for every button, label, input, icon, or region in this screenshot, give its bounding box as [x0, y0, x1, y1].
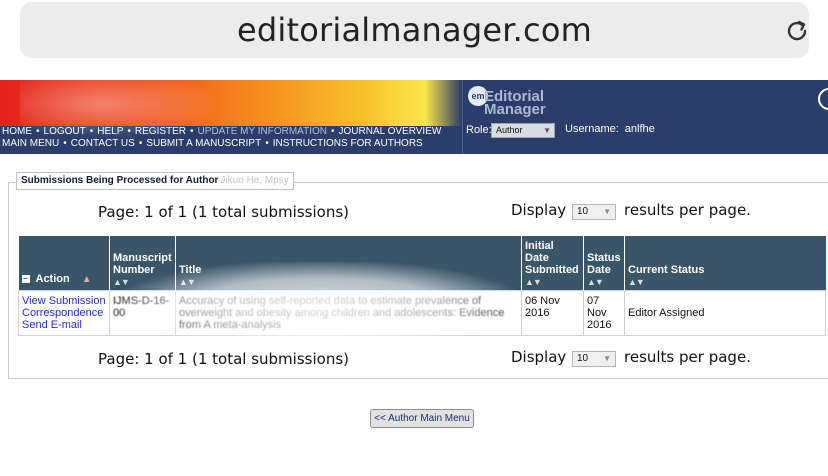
per-page-value-bottom: 10 [577, 353, 589, 364]
panel-legend-title: Submissions Being Processed for Author [21, 175, 219, 186]
nav-update-info-link[interactable]: UPDATE MY INFORMATION [198, 126, 327, 137]
reload-icon[interactable] [782, 16, 812, 46]
url-text[interactable]: editorialmanager.com [20, 2, 809, 58]
col-current-status-label: Current Status [628, 263, 705, 276]
author-name: Jikuo He, Mpsy [220, 175, 289, 186]
logo-line-2: Manager [484, 101, 546, 118]
nav-submit-link[interactable]: SUBMIT A MANUSCRIPT [146, 138, 261, 149]
address-bar[interactable]: editorialmanager.com [20, 2, 809, 58]
nav-home-link[interactable]: HOME [2, 126, 32, 137]
chevron-down-icon: ▼ [603, 207, 611, 216]
col-status-date-label: Status Date [587, 251, 621, 276]
display-suffix-bottom: results per page. [624, 348, 751, 366]
col-action[interactable]: − Action ▲ [18, 236, 110, 290]
cell-actions: View Submission Correspondence Send E-ma… [18, 289, 110, 336]
per-page-select-bottom[interactable]: 10 ▼ [572, 351, 616, 367]
role-select[interactable]: Author ▼ [491, 123, 555, 138]
role-select-value: Author [496, 125, 523, 135]
site-header: HOME • LOGOUT • HELP • REGISTER • UPDATE MY INFO… [0, 80, 828, 154]
col-manuscript-number[interactable]: Manuscript Number ▲▼ [109, 236, 176, 290]
page-info-top: Page: 1 of 1 (1 total submissions) [98, 203, 349, 221]
nav-contact-link[interactable]: CONTACT US [71, 138, 135, 149]
browser-chrome: editorialmanager.com [0, 0, 828, 80]
collapse-icon[interactable]: − [21, 274, 30, 283]
table-row: View Submission Correspondence Send E-ma… [18, 289, 826, 336]
col-status-date[interactable]: Status Date ▲▼ [583, 236, 625, 290]
username-label: Username: [565, 123, 619, 135]
sort-arrows-icon[interactable]: ▲▼ [179, 276, 518, 288]
author-main-menu-button[interactable]: << Author Main Menu [370, 409, 474, 428]
col-title[interactable]: Title ▲▼ [175, 236, 522, 290]
nav-journal-overview-link[interactable]: JOURNAL OVERVIEW [339, 126, 442, 137]
chevron-down-icon: ▼ [543, 126, 551, 135]
cell-title: Accuracy of using self-reported data to … [175, 289, 522, 336]
nav-instructions-link[interactable]: INSTRUCTIONS FOR AUTHORS [273, 138, 423, 149]
sort-arrows-icon[interactable]: ▲▼ [525, 276, 580, 288]
nav-register-link[interactable]: REGISTER [135, 126, 186, 137]
role-label: Role: [466, 124, 492, 136]
per-page-value-top: 10 [577, 206, 589, 217]
cell-status-date: 07 Nov 2016 [583, 289, 625, 336]
page-info-bottom: Page: 1 of 1 (1 total submissions) [98, 350, 349, 368]
per-page-select-top[interactable]: 10 ▼ [572, 204, 616, 220]
header-divider [462, 80, 463, 154]
table-header-row: − Action ▲ Manuscript Number ▲▼ Title ▲▼ I… [18, 236, 826, 290]
col-initial-date[interactable]: Initial Date Submitted ▲▼ [521, 236, 584, 290]
col-title-label: Title [179, 263, 202, 276]
col-initial-date-label: Initial Date Submitted [525, 239, 579, 276]
sort-arrows-icon[interactable]: ▲▼ [628, 276, 823, 288]
warning-icon: ▲ [81, 273, 92, 285]
username-value: anlfhe [624, 123, 655, 135]
submissions-table: − Action ▲ Manuscript Number ▲▼ Title ▲▼ I… [18, 236, 826, 336]
panel-legend: Submissions Being Processed for Author Ji… [16, 172, 294, 190]
top-nav-row-1: HOME • LOGOUT • HELP • REGISTER • UPDATE MY INFO… [2, 126, 442, 137]
header-circle-icon[interactable] [818, 88, 828, 110]
username-display: Username: anlfhe [565, 123, 655, 135]
sort-arrows-icon[interactable]: ▲▼ [113, 276, 172, 288]
display-label-bottom: Display [511, 348, 567, 366]
logo-text: Editorial Manager [484, 89, 546, 118]
nav-logout-link[interactable]: LOGOUT [44, 126, 86, 137]
col-current-status[interactable]: Current Status ▲▼ [624, 236, 826, 290]
sort-arrows-icon[interactable]: ▲▼ [587, 276, 621, 288]
display-suffix-top: results per page. [624, 201, 751, 219]
cell-current-status: Editor Assigned [624, 289, 826, 336]
nav-help-link[interactable]: HELP [97, 126, 123, 137]
top-nav-row-2: MAIN MENU • CONTACT US • SUBMIT A MANUSCRIPT… [2, 138, 423, 149]
cell-initial-date: 06 Nov 2016 [521, 289, 584, 336]
send-email-link[interactable]: Send E-mail [22, 319, 106, 331]
view-submission-link[interactable]: View Submission [22, 295, 106, 307]
correspondence-link[interactable]: Correspondence [22, 307, 106, 319]
chevron-down-icon: ▼ [603, 354, 611, 363]
cell-manuscript-number: IJMS-D-16-00 [109, 289, 176, 336]
nav-main-menu-link[interactable]: MAIN MENU [2, 138, 59, 149]
col-manuscript-number-label: Manuscript Number [113, 251, 172, 276]
display-label-top: Display [511, 201, 567, 219]
col-action-label: Action [35, 272, 70, 285]
